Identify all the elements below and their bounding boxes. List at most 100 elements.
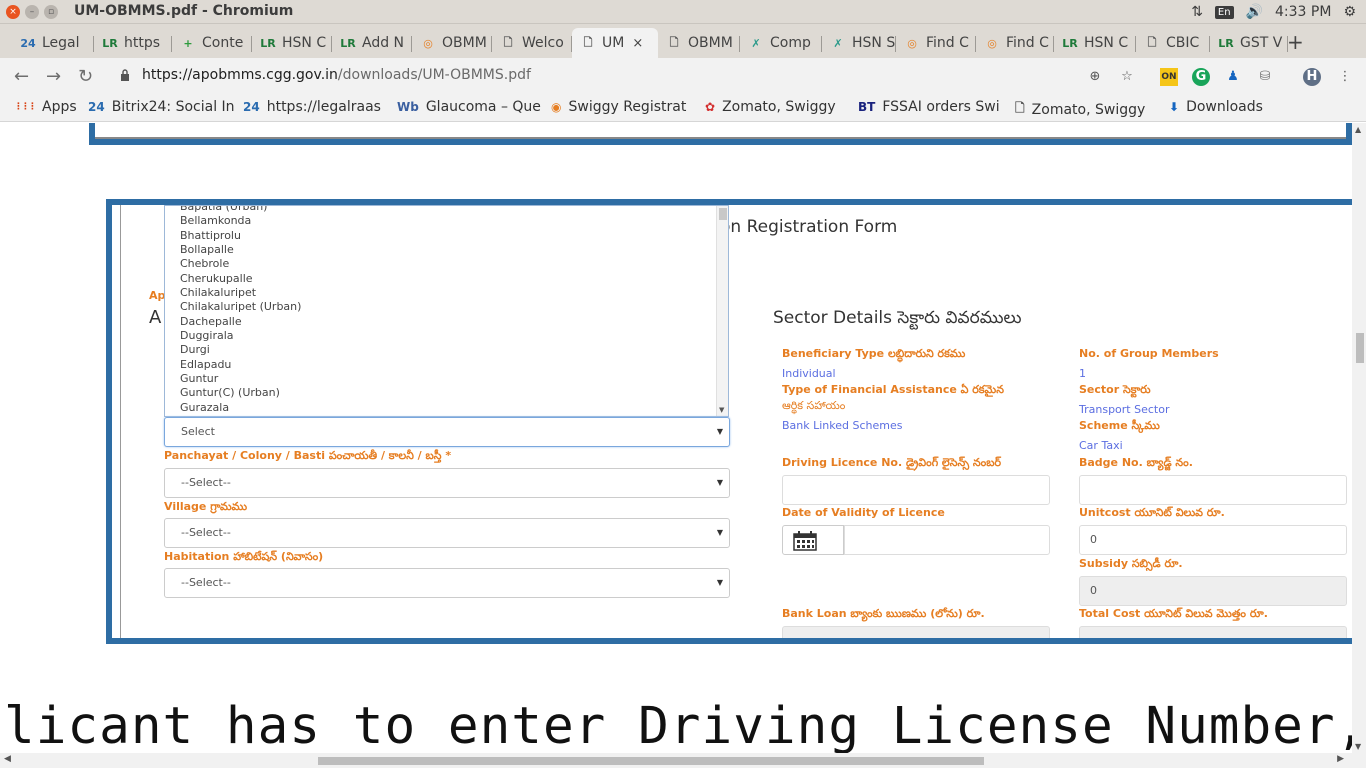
tab-14[interactable]: 🗋 CBIC [1136, 28, 1210, 58]
vertical-scrollbar[interactable]: ▲ ▼ [1352, 123, 1366, 753]
network-icon[interactable]: ⇅ [1191, 4, 1203, 20]
tab-13[interactable]: LR HSN C [1054, 28, 1136, 58]
close-tab-icon[interactable]: × [632, 36, 643, 51]
address-bar[interactable]: https://apobmms.cgg.gov.in/downloads/UM-… [112, 64, 1142, 90]
tab-2[interactable]: + Conte [172, 28, 252, 58]
unitcost-input[interactable]: 0 [1079, 525, 1347, 555]
bookmark-0[interactable]: ⋮⋮⋮ Apps [14, 99, 77, 115]
tab-10[interactable]: ✗ HSN S [822, 28, 896, 58]
scroll-right-arrow-icon[interactable]: ▶ [1337, 754, 1344, 764]
horizontal-scrollbar[interactable]: ◀ ▶ [0, 753, 1366, 768]
bookmark-star-icon[interactable]: ☆ [1118, 68, 1136, 86]
scroll-down-arrow-icon[interactable]: ▼ [1355, 742, 1361, 751]
forward-arrow-icon[interactable]: → [46, 66, 61, 87]
menu-kebab-icon[interactable]: ⋮ [1336, 68, 1354, 86]
bookmarks-bar: ⋮⋮⋮ Apps 24 Bitrix24: Social In 24 https://le… [0, 96, 1366, 122]
list-item[interactable]: Bapatla (Urban) [165, 206, 728, 214]
habitation-select[interactable]: --Select-- ▼ [164, 568, 730, 598]
list-item[interactable]: Chebrole [165, 257, 728, 271]
tab-6[interactable]: 🗋 Welco [492, 28, 572, 58]
list-item[interactable]: Durgi [165, 343, 728, 357]
tab-11[interactable]: ◎ Find C [896, 28, 976, 58]
licence-validity-input[interactable] [844, 525, 1050, 555]
profile-avatar[interactable]: H [1303, 68, 1321, 86]
bookmark-label: Glaucoma – Que [425, 99, 541, 115]
page-icon: 🗋 [583, 35, 593, 49]
tab-1[interactable]: LR https [94, 28, 172, 58]
panchayat-select[interactable]: --Select-- ▼ [164, 468, 730, 498]
tab-0[interactable]: 24 Legal [12, 28, 94, 58]
volume-icon[interactable]: 🔊 [1246, 4, 1263, 20]
bookmark-6[interactable]: BT FSSAI orders Swi [858, 99, 1000, 115]
scroll-left-arrow-icon[interactable]: ◀ [4, 754, 11, 764]
driving-licence-label: Driving Licence No. డ్రైవింగ్ లైసెన్స్ న… [782, 456, 1002, 469]
page-icon: 🗋 [1015, 101, 1025, 115]
scroll-up-arrow-icon[interactable]: ▲ [1355, 125, 1361, 134]
url-text[interactable]: https://apobmms.cgg.gov.in/downloads/UM-… [142, 67, 531, 83]
back-arrow-icon[interactable]: ← [14, 66, 29, 87]
clock[interactable]: 4:33 PM [1275, 4, 1331, 20]
badge-no-label: Badge No. బ్యాడ్జ్ నం. [1079, 456, 1193, 469]
sector-value: Transport Sector [1079, 403, 1170, 416]
tab-8[interactable]: 🗋 OBMM [658, 28, 740, 58]
bookmark-8[interactable]: ⬇ Downloads [1169, 99, 1263, 115]
list-item[interactable]: Bellamkonda [165, 214, 728, 228]
list-item[interactable]: Chilakaluripet (Urban) [165, 300, 728, 314]
tab-3[interactable]: LR HSN C [252, 28, 332, 58]
keyboard-layout-icon[interactable]: En [1214, 5, 1234, 19]
bookmark-4[interactable]: ◉ Swiggy Registrat [551, 99, 686, 115]
tab-5[interactable]: ◎ OBMM [412, 28, 492, 58]
calendar-button[interactable] [782, 525, 844, 555]
chrome-ring-icon: ◎ [423, 36, 433, 50]
horizontal-scroll-thumb[interactable] [318, 757, 984, 765]
reload-icon[interactable]: ↻ [78, 66, 93, 87]
legalraasta-icon: LR [1062, 36, 1078, 50]
previous-screenshot-frame [89, 123, 1352, 145]
vertical-scroll-thumb[interactable] [1356, 333, 1364, 363]
bookmark-5[interactable]: ✿ Zomato, Swiggy [705, 99, 836, 115]
maximize-window-icon[interactable]: ▫ [44, 5, 58, 19]
extension-person-icon[interactable]: ♟ [1224, 68, 1242, 86]
list-item[interactable]: Chilakaluripet [165, 286, 728, 300]
list-item[interactable]: Edlapadu [165, 358, 728, 372]
tab-15[interactable]: LR GST V [1210, 28, 1288, 58]
village-select[interactable]: --Select-- ▼ [164, 518, 730, 548]
page-icon: 🗋 [669, 35, 679, 49]
tab-label: Find C [1006, 35, 1049, 51]
zoom-icon[interactable]: ⊕ [1086, 68, 1104, 86]
driving-licence-input[interactable] [782, 475, 1050, 505]
tab-label: OBMM [688, 35, 733, 51]
list-item[interactable]: Bhattiprolu [165, 229, 728, 243]
grammarly-icon[interactable]: G [1192, 68, 1210, 86]
mandal-dropdown-list[interactable]: Bapatla (Urban) Bellamkonda Bhattiprolu Bol… [164, 205, 729, 417]
bookmark-1[interactable]: 24 Bitrix24: Social In [88, 99, 235, 115]
tab-label: UM [602, 35, 625, 51]
bookmark-2[interactable]: 24 https://legalraas [243, 99, 381, 115]
list-item[interactable]: Duggirala [165, 329, 728, 343]
bookmark-7[interactable]: 🗋 Zomato, Swiggy [1015, 99, 1145, 120]
mandal-select[interactable]: Select ▼ [164, 417, 730, 447]
new-tab-button[interactable]: + [1287, 30, 1304, 54]
close-window-icon[interactable]: × [6, 5, 20, 19]
list-item[interactable]: Gurazala [165, 401, 728, 415]
list-item[interactable]: Cherukupalle [165, 272, 728, 286]
badge-no-input[interactable] [1079, 475, 1347, 505]
tab-7[interactable]: 🗋 UM × [572, 28, 658, 58]
list-item[interactable]: Guntur [165, 372, 728, 386]
page-icon: 🗋 [1147, 35, 1157, 49]
tab-12[interactable]: ◎ Find C [976, 28, 1054, 58]
tab-strip: 24 Legal LR https + Conte LR HSN C LR Add N ◎ OBMM 🗋… [0, 24, 1366, 58]
pdf-viewport[interactable]: on Registration Form Ap A Bapatla (Urban… [0, 123, 1352, 753]
tab-label: Comp [770, 35, 811, 51]
extension-on-icon[interactable]: ON [1160, 68, 1178, 86]
tab-4[interactable]: LR Add N [332, 28, 412, 58]
list-item[interactable]: Dachepalle [165, 315, 728, 329]
minimize-window-icon[interactable]: – [25, 5, 39, 19]
extension-db-icon[interactable]: ⛁ [1256, 68, 1274, 86]
tab-9[interactable]: ✗ Comp [740, 28, 822, 58]
settings-gear-icon[interactable]: ⚙ [1343, 4, 1356, 20]
list-item[interactable]: Guntur(C) (Urban) [165, 386, 728, 400]
list-item[interactable]: Bollapalle [165, 243, 728, 257]
list-scrollbar[interactable]: ▼ [716, 206, 728, 416]
bookmark-3[interactable]: Wb Glaucoma – Que [397, 99, 541, 115]
